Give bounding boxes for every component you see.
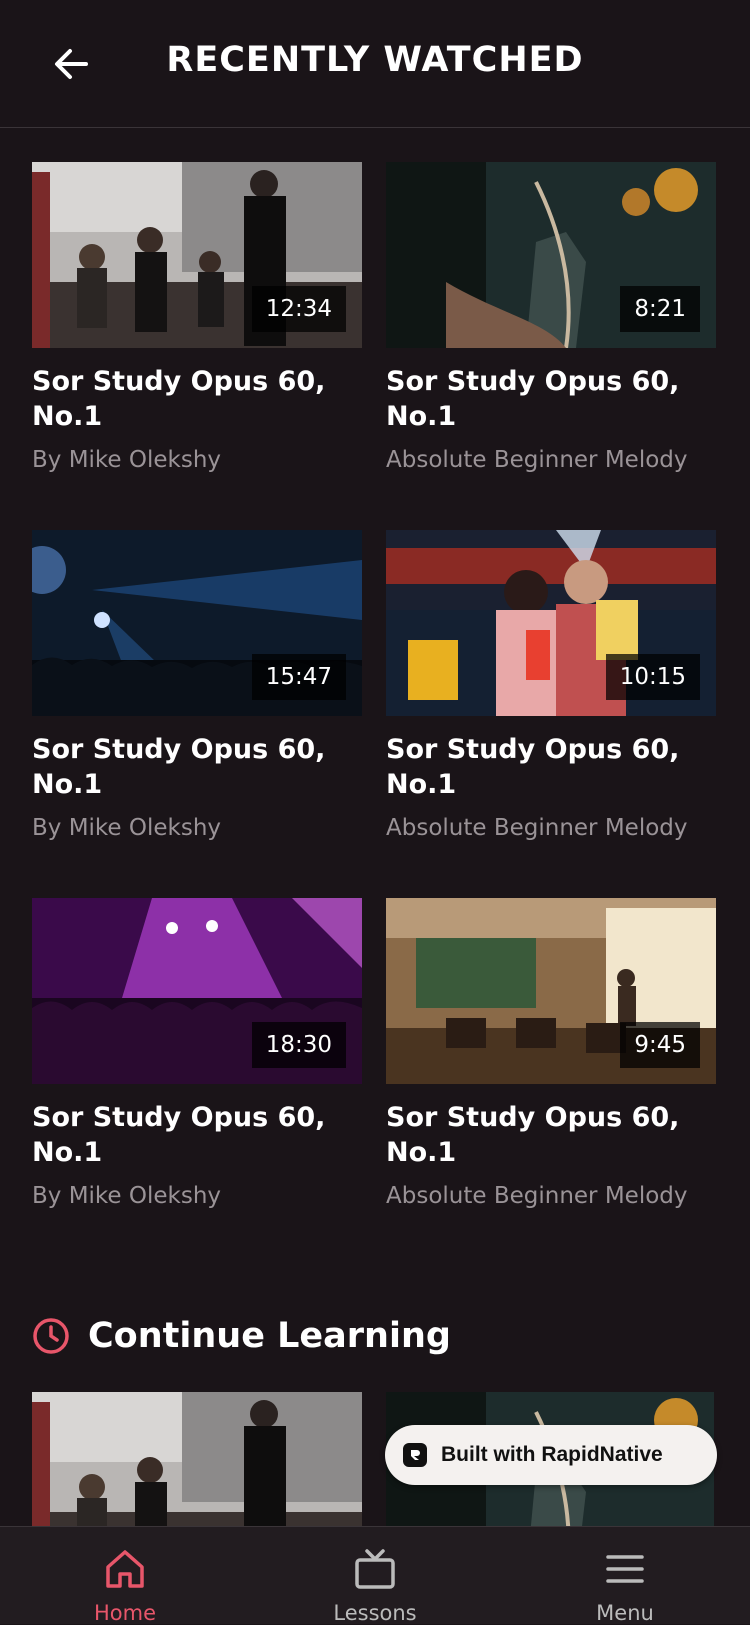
menu-icon	[606, 1555, 644, 1583]
video-author: By Mike Olekshy	[32, 447, 222, 473]
video-card[interactable]: 9:45 Sor Study Opus 60, No.1 Absolute Be…	[386, 898, 716, 1266]
built-with-badge[interactable]: Built with RapidNative	[385, 1425, 717, 1485]
video-title: Sor Study Opus 60, No.1	[32, 366, 326, 432]
section-title: Continue Learning	[88, 1316, 451, 1356]
bottom-tab-bar: Home Lessons Menu	[0, 1526, 750, 1625]
video-thumbnail: 8:21	[386, 162, 716, 348]
video-thumbnail: 9:45	[386, 898, 716, 1084]
duration-badge: 18:30	[251, 1022, 346, 1068]
continue-learning-header: Continue Learning	[32, 1308, 451, 1364]
video-title: Sor Study Opus 60, No.1	[32, 734, 326, 800]
video-author: Absolute Beginner Melody	[386, 447, 688, 473]
clock-icon	[33, 1318, 69, 1354]
duration-badge: 9:45	[620, 1022, 700, 1068]
video-card[interactable]: 12:34 Sor Study Opus 60, No.1 By Mike Ol…	[32, 162, 362, 530]
video-thumbnail[interactable]	[32, 1392, 362, 1530]
duration-badge: 10:15	[605, 654, 700, 700]
video-card[interactable]: 10:15 Sor Study Opus 60, No.1 Absolute B…	[386, 530, 716, 898]
tv-icon	[355, 1549, 395, 1589]
video-author: By Mike Olekshy	[32, 815, 222, 841]
video-card[interactable]: 15:47 Sor Study Opus 60, No.1 By Mike Ol…	[32, 530, 362, 898]
video-thumbnail: 12:34	[32, 162, 362, 348]
tab-label: Lessons	[333, 1601, 417, 1625]
rapidnative-logo-icon	[403, 1443, 427, 1467]
recently-watched-grid: 12:34 Sor Study Opus 60, No.1 By Mike Ol…	[32, 162, 716, 1266]
tab-label: Menu	[596, 1601, 654, 1625]
video-card[interactable]: 18:30 Sor Study Opus 60, No.1 By Mike Ol…	[32, 898, 362, 1266]
video-author: By Mike Olekshy	[32, 1183, 222, 1209]
duration-badge: 8:21	[620, 286, 700, 332]
video-author: Absolute Beginner Melody	[386, 815, 688, 841]
badge-label: Built with RapidNative	[441, 1443, 663, 1466]
home-icon	[106, 1550, 144, 1588]
header: RECENTLY WATCHED	[0, 0, 750, 128]
tab-lessons[interactable]: Lessons	[300, 1527, 450, 1625]
tab-label: Home	[93, 1601, 156, 1625]
video-author: Absolute Beginner Melody	[386, 1183, 688, 1209]
video-card[interactable]: 8:21 Sor Study Opus 60, No.1 Absolute Be…	[386, 162, 716, 530]
video-thumbnail: 18:30	[32, 898, 362, 1084]
video-title: Sor Study Opus 60, No.1	[386, 734, 680, 800]
video-title: Sor Study Opus 60, No.1	[386, 366, 680, 432]
tab-home[interactable]: Home	[50, 1527, 200, 1625]
video-thumbnail: 10:15	[386, 530, 716, 716]
page-title: RECENTLY WATCHED	[166, 40, 584, 80]
video-title: Sor Study Opus 60, No.1	[386, 1102, 680, 1168]
duration-badge: 15:47	[251, 654, 346, 700]
tab-menu[interactable]: Menu	[550, 1527, 700, 1625]
duration-badge: 12:34	[251, 286, 346, 332]
video-thumbnail: 15:47	[32, 530, 362, 716]
video-title: Sor Study Opus 60, No.1	[32, 1102, 326, 1168]
